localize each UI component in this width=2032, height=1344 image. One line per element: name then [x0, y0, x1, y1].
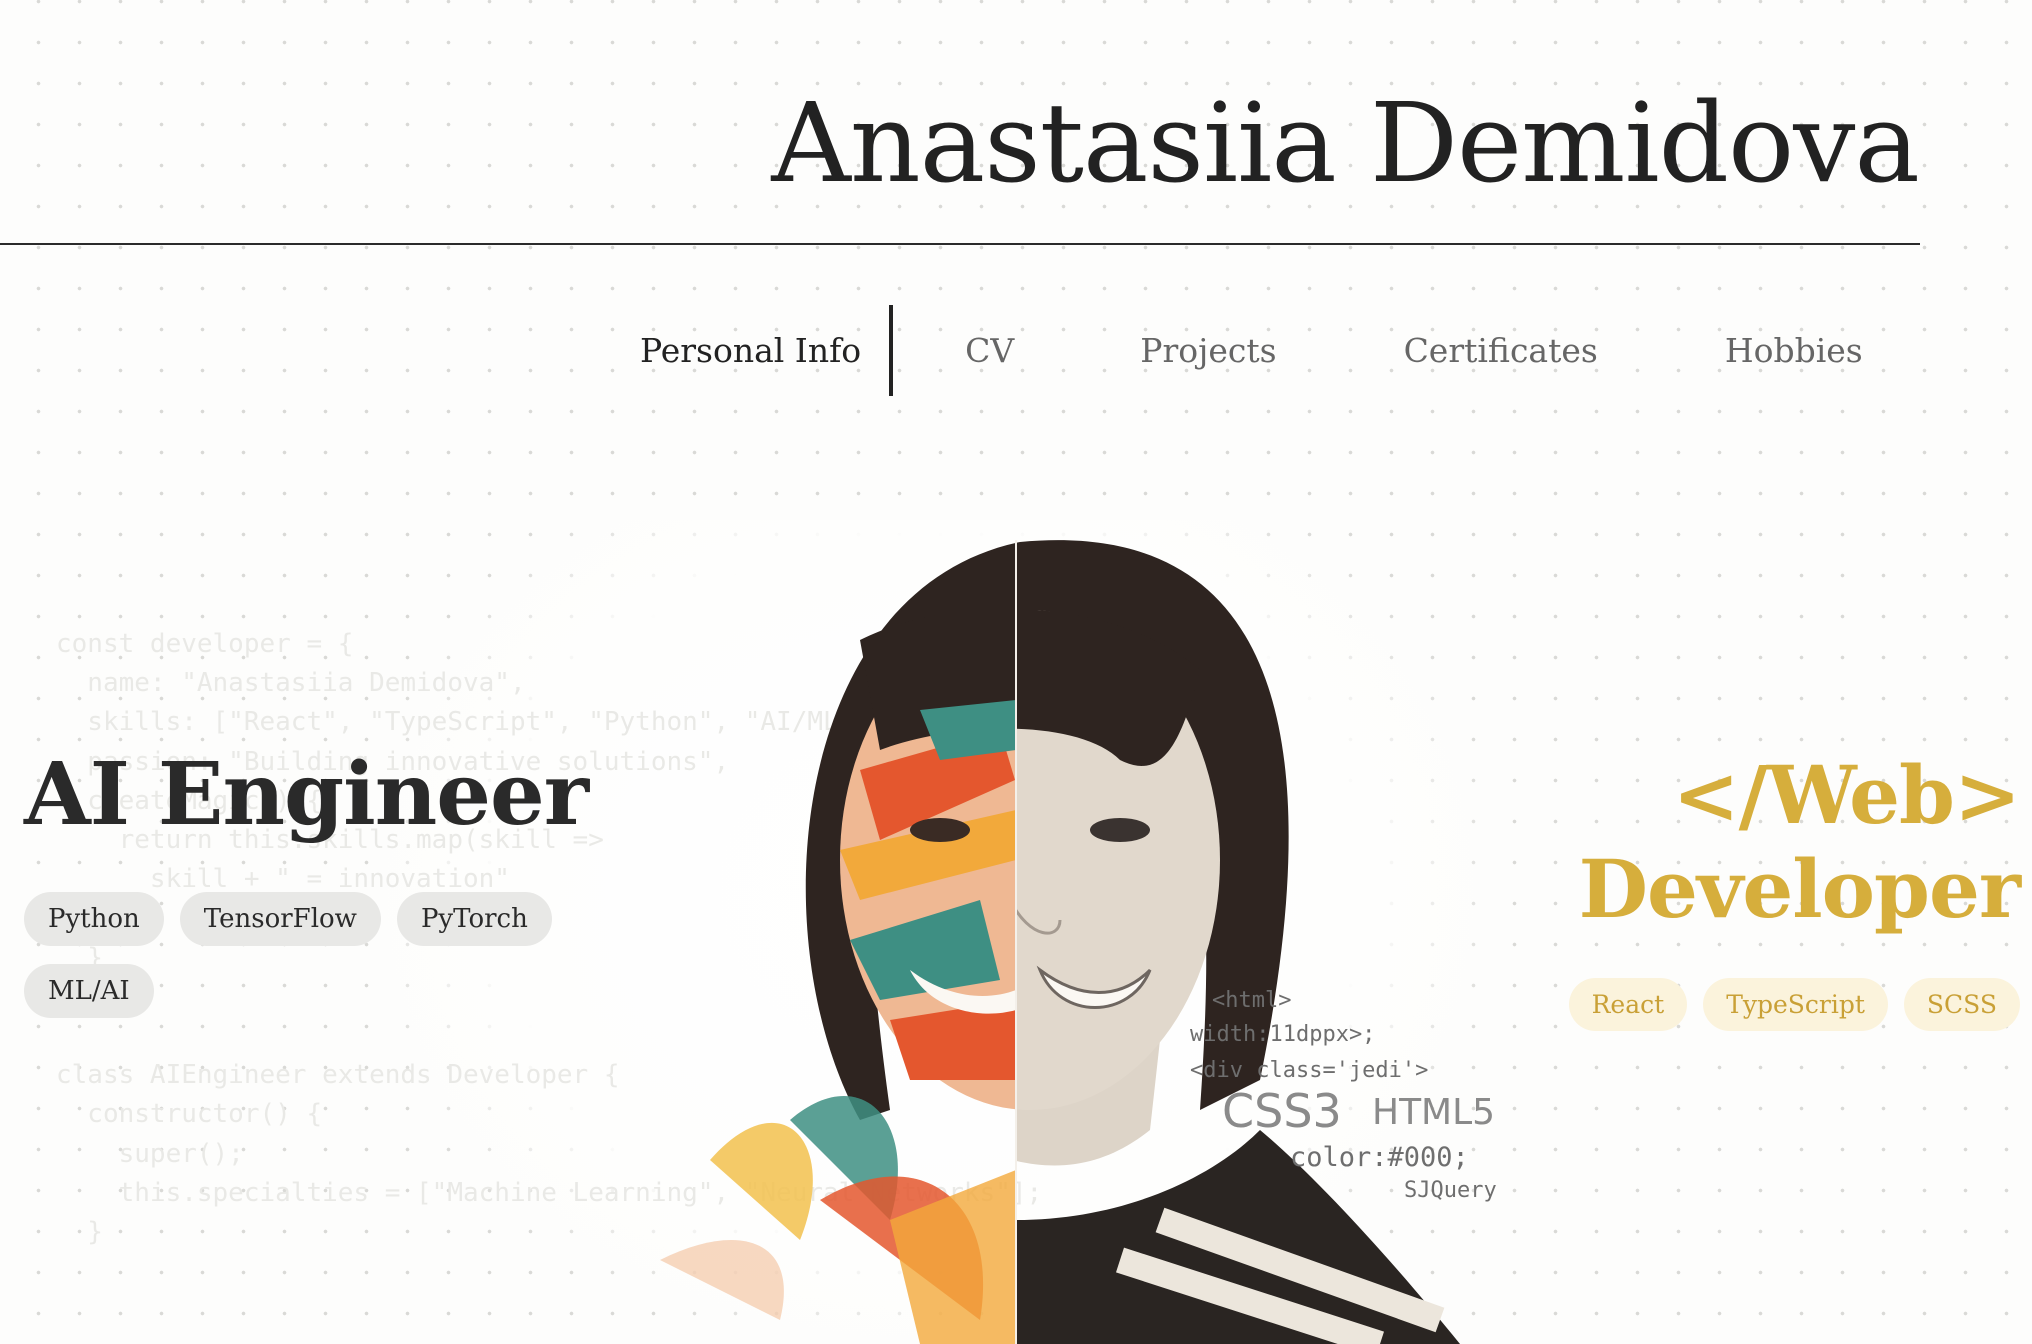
ai-skill-tags: Python TensorFlow PyTorch ML/AI — [24, 892, 564, 1018]
site-title: Anastasiia Demidova — [771, 79, 1920, 207]
web-developer-line1: </Web> — [1672, 748, 2021, 842]
nav-certificates[interactable]: Certificates — [1404, 331, 1598, 370]
tag-scss[interactable]: SCSS — [1903, 978, 2020, 1031]
ai-engineer-heading: AI Engineer — [24, 744, 589, 845]
code-overlay-html5: HTML5 — [1372, 1092, 1496, 1133]
tag-pytorch[interactable]: PyTorch — [396, 892, 552, 946]
nav-projects[interactable]: Projects — [1140, 331, 1276, 370]
portrait-illustration — [660, 540, 1460, 1344]
tag-python[interactable]: Python — [24, 892, 164, 946]
title-divider — [0, 243, 1920, 245]
nav-hobbies[interactable]: Hobbies — [1725, 331, 1863, 370]
code-overlay-line2: width:11dppx>; — [1190, 1022, 1376, 1047]
nav-cv[interactable]: CV — [965, 331, 1014, 370]
tag-tensorflow[interactable]: TensorFlow — [179, 892, 381, 946]
tag-react[interactable]: React — [1568, 978, 1688, 1031]
hero-section: const developer = { name: "Anastasiia De… — [0, 520, 2032, 1344]
code-overlay-line1: <html> — [1212, 988, 1292, 1013]
web-developer-heading: </Web> Developer — [1578, 748, 2021, 936]
code-overlay-css3: CSS3 — [1222, 1084, 1342, 1138]
code-overlay-line3: <div class='jedi'> — [1190, 1058, 1429, 1083]
code-overlay-jquery: SJQuery — [1404, 1178, 1497, 1203]
main-nav: Personal Info CV Projects Certificates H… — [640, 300, 1972, 400]
web-skill-tags: React TypeScript SCSS — [1568, 978, 2020, 1031]
nav-personal-info[interactable]: Personal Info — [640, 304, 894, 396]
code-overlay-color: color:#000; — [1290, 1142, 1469, 1173]
tag-ml-ai[interactable]: ML/AI — [24, 964, 154, 1018]
tag-typescript[interactable]: TypeScript — [1703, 978, 1888, 1031]
web-developer-line2: Developer — [1578, 842, 2021, 936]
